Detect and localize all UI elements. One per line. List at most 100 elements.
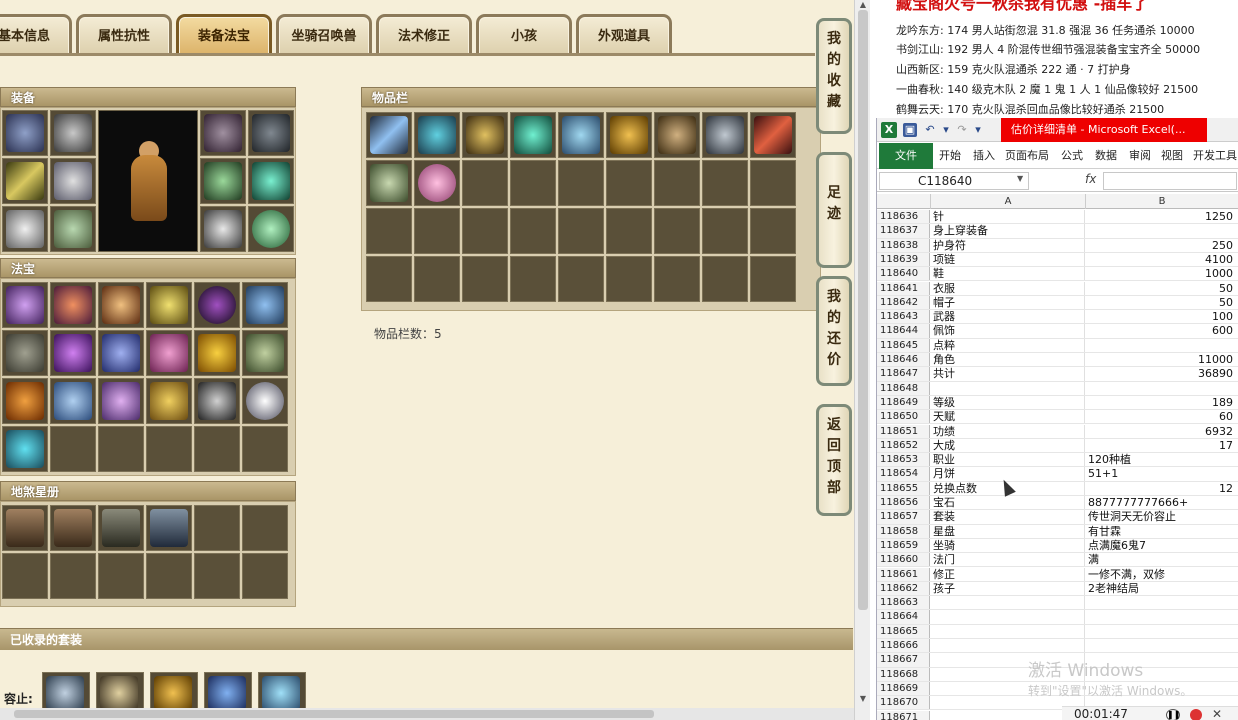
- ribbon-tab-home[interactable]: 开始: [939, 143, 961, 169]
- treasure-slot-empty[interactable]: [146, 426, 192, 472]
- row-number[interactable]: 118657: [877, 510, 930, 524]
- cell-b[interactable]: 11000: [1086, 353, 1238, 366]
- cell-b[interactable]: 8877777777666+: [1086, 496, 1238, 509]
- inventory-slot[interactable]: [366, 112, 412, 158]
- column-header-a[interactable]: A: [931, 194, 1086, 209]
- cell-a[interactable]: 衣服: [931, 281, 1085, 295]
- inventory-slot[interactable]: [606, 112, 652, 158]
- treasure-slot-empty[interactable]: [242, 426, 288, 472]
- cell-b[interactable]: 50: [1086, 296, 1238, 309]
- table-row[interactable]: 118642 帽子 50: [877, 295, 1238, 311]
- cell-a[interactable]: 功绩: [931, 424, 1085, 438]
- inventory-slot-empty[interactable]: [366, 256, 412, 302]
- row-number[interactable]: 118638: [877, 238, 930, 252]
- table-row[interactable]: 118663: [877, 596, 1238, 611]
- treasure-slot[interactable]: [50, 330, 96, 376]
- table-row[interactable]: 118644 佩饰 600: [877, 324, 1238, 339]
- cell-b[interactable]: 120种植: [1086, 453, 1238, 466]
- row-number[interactable]: 118665: [877, 624, 930, 638]
- star-card-slot-empty[interactable]: [194, 553, 240, 599]
- equip-slot-talisman[interactable]: [248, 158, 294, 204]
- star-card-slot[interactable]: [50, 505, 96, 551]
- row-number[interactable]: 118654: [877, 467, 930, 481]
- ribbon-tab-page-layout[interactable]: 页面布局: [1005, 143, 1049, 169]
- row-number[interactable]: 118664: [877, 610, 930, 624]
- row-number[interactable]: 118640: [877, 267, 930, 281]
- cell-b[interactable]: 传世洞天无价容止: [1086, 510, 1238, 523]
- cell-a[interactable]: 坐骑: [931, 538, 1085, 553]
- select-all-corner[interactable]: [877, 194, 931, 209]
- star-card-slot[interactable]: [98, 505, 144, 551]
- table-row[interactable]: 118640 鞋 1000: [877, 267, 1238, 282]
- ribbon-tab-insert[interactable]: 插入: [973, 143, 995, 169]
- table-row[interactable]: 118664: [877, 610, 1238, 625]
- cell-a[interactable]: 帽子: [931, 295, 1085, 310]
- equip-slot-cloak[interactable]: [50, 110, 96, 156]
- cell-a[interactable]: 孩子: [931, 581, 1085, 596]
- star-card-slot-empty[interactable]: [50, 553, 96, 599]
- equip-slot-necklace[interactable]: [248, 110, 294, 156]
- row-number[interactable]: 118653: [877, 453, 930, 467]
- table-row[interactable]: 118656 宝石 8877777777666+: [877, 496, 1238, 511]
- row-number[interactable]: 118670: [877, 696, 930, 710]
- table-row[interactable]: 118646 角色 11000: [877, 353, 1238, 368]
- equip-slot-charm[interactable]: [2, 206, 48, 252]
- cell-a[interactable]: 星盘: [931, 524, 1085, 538]
- cell-a[interactable]: [931, 381, 1085, 395]
- cell-a[interactable]: 大成: [931, 438, 1085, 453]
- ribbon-tab-view[interactable]: 视图: [1161, 143, 1183, 169]
- inventory-slot-empty[interactable]: [702, 208, 748, 254]
- star-card-slot-empty[interactable]: [146, 553, 192, 599]
- row-number[interactable]: 118668: [877, 667, 930, 681]
- inventory-slot-empty[interactable]: [750, 256, 796, 302]
- scrollbar-thumb[interactable]: [14, 710, 654, 718]
- treasure-slot-empty[interactable]: [50, 426, 96, 472]
- table-row[interactable]: 118660 法门满: [877, 553, 1238, 568]
- table-row[interactable]: 118661 修正 一修不满，双修: [877, 567, 1238, 582]
- table-row[interactable]: 118641 衣服 50: [877, 281, 1238, 296]
- cell-b[interactable]: 有甘霖: [1086, 525, 1238, 538]
- cell-a[interactable]: 护身符: [931, 238, 1085, 252]
- row-number[interactable]: 118636: [877, 210, 930, 224]
- cell-b[interactable]: 600: [1086, 324, 1238, 337]
- cell-b[interactable]: 2老神结局: [1086, 582, 1238, 595]
- column-header-b[interactable]: B: [1086, 194, 1238, 209]
- table-row[interactable]: 118638 护身符 250: [877, 238, 1238, 253]
- inventory-slot-empty[interactable]: [558, 256, 604, 302]
- table-row[interactable]: 118654 月饼 51+1: [877, 467, 1238, 482]
- treasure-slot[interactable]: [2, 282, 48, 328]
- scroll-down-icon[interactable]: ▼: [857, 694, 869, 704]
- back-to-top-button[interactable]: 返回顶部: [816, 404, 852, 516]
- cell-b[interactable]: [1086, 639, 1238, 652]
- table-row[interactable]: 118639 项链 4100: [877, 252, 1238, 268]
- cell-a[interactable]: 佩饰: [931, 324, 1085, 338]
- scroll-up-icon[interactable]: ▲: [857, 0, 869, 10]
- cell-b[interactable]: [1086, 339, 1238, 352]
- inventory-slot-empty[interactable]: [414, 256, 460, 302]
- table-row[interactable]: 118652 大成 17: [877, 438, 1238, 454]
- my-favorites-button[interactable]: 我的收藏: [816, 18, 852, 134]
- treasure-slot[interactable]: [146, 378, 192, 424]
- star-card-slot[interactable]: [146, 505, 192, 551]
- row-number[interactable]: 118648: [877, 381, 930, 395]
- cell-b[interactable]: 100: [1086, 310, 1238, 323]
- tab-attributes[interactable]: 属性抗性: [76, 14, 172, 54]
- table-row[interactable]: 118636 针 1250: [877, 210, 1238, 225]
- inventory-slot-empty[interactable]: [750, 160, 796, 206]
- treasure-slot[interactable]: [242, 282, 288, 328]
- cell-b[interactable]: 250: [1086, 239, 1238, 252]
- dropdown-icon[interactable]: ▾: [939, 123, 953, 137]
- cell-b[interactable]: 6932: [1086, 425, 1238, 438]
- cell-a[interactable]: 修正: [931, 567, 1085, 581]
- equip-slot-weapon[interactable]: [2, 158, 48, 204]
- inventory-slot[interactable]: [558, 112, 604, 158]
- table-row[interactable]: 118657 套装 传世洞天无价容止: [877, 510, 1238, 525]
- cell-b[interactable]: 50: [1086, 282, 1238, 295]
- row-number[interactable]: 118661: [877, 567, 930, 581]
- inventory-slot-empty[interactable]: [750, 208, 796, 254]
- inventory-slot-empty[interactable]: [702, 256, 748, 302]
- equip-slot-ring[interactable]: [200, 158, 246, 204]
- row-number[interactable]: 118659: [877, 538, 930, 553]
- table-row[interactable]: 118665: [877, 624, 1238, 639]
- cell-a[interactable]: 套装: [931, 510, 1085, 524]
